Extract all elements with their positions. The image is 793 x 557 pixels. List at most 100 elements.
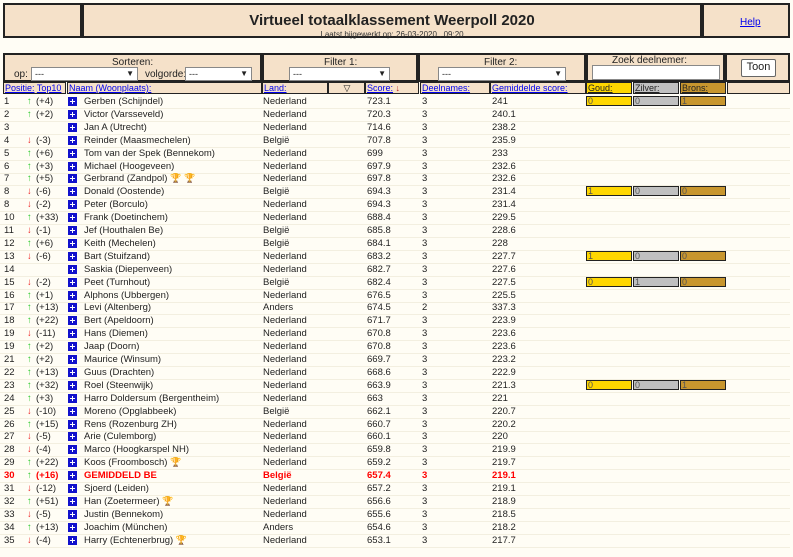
profile-icon[interactable] (68, 251, 77, 261)
sort-land-link[interactable]: Land: (264, 83, 287, 93)
profile-icon[interactable] (68, 122, 77, 132)
profile-icon[interactable] (68, 445, 77, 455)
profile-icon[interactable] (68, 277, 77, 287)
participant-name[interactable]: Tom van der Spek (Bennekom) (84, 147, 215, 160)
profile-icon[interactable] (68, 406, 77, 416)
participant-name[interactable]: Maurice (Winsum) (84, 353, 161, 366)
participant-name[interactable]: Arie (Culemborg) (84, 430, 156, 443)
show-button[interactable]: Toon (741, 59, 776, 77)
position-change: (-4) (36, 444, 51, 456)
participant-name[interactable]: Saskia (Diepenveen) (84, 263, 172, 276)
participant-name[interactable]: Rens (Rozenburg ZH) (84, 418, 177, 431)
average-score: 219.1 (492, 470, 516, 482)
participant-name[interactable]: Peet (Turnhout) (84, 276, 150, 289)
sort-silver-link[interactable]: Zilver: (635, 83, 660, 93)
filter-icon[interactable]: ▽ (344, 83, 351, 93)
participant-name[interactable]: Jef (Houthalen Be) (84, 224, 163, 237)
participant-name[interactable]: Alphons (Ubbergen) (84, 289, 169, 302)
profile-icon[interactable] (68, 367, 77, 377)
profile-icon[interactable] (68, 419, 77, 429)
participant-name[interactable]: GEMIDDELD BE (84, 469, 157, 482)
participant-name[interactable]: Jan A (Utrecht) (84, 121, 147, 134)
participant-name[interactable]: Han (Zoetermeer) 🏆 (84, 495, 173, 508)
participant-name[interactable]: Bert (Apeldoorn) (84, 314, 154, 327)
profile-icon[interactable] (68, 393, 77, 403)
profile-icon[interactable] (68, 355, 77, 364)
sort-score-link[interactable]: Score: (367, 83, 393, 93)
profile-icon[interactable] (68, 290, 77, 300)
participant-name[interactable]: Joachim (München) (84, 521, 167, 534)
profile-icon[interactable] (68, 135, 77, 145)
participant-name[interactable]: Sjoerd (Leiden) (84, 482, 149, 495)
profile-icon[interactable] (68, 161, 77, 171)
participations: 3 (422, 431, 428, 443)
participant-name[interactable]: Frank (Doetinchem) (84, 211, 168, 224)
participant-name[interactable]: Gerbrand (Zandpol) 🏆 🏆 (84, 172, 195, 185)
average-score: 221 (492, 392, 508, 404)
country: Nederland (263, 341, 307, 353)
participant-name[interactable]: Peter (Borculo) (84, 198, 148, 211)
profile-icon[interactable] (68, 187, 77, 197)
profile-icon[interactable] (68, 329, 77, 339)
filter1-select[interactable]: --- (289, 67, 390, 81)
sort-order-select[interactable]: --- (185, 67, 252, 81)
participant-name[interactable]: Justin (Bennekom) (84, 508, 163, 521)
score: 694.3 (367, 186, 391, 198)
participant-name[interactable]: Koos (Froombosch) 🏆 (84, 456, 181, 469)
profile-icon[interactable] (68, 226, 77, 235)
sort-bronze-link[interactable]: Brons: (682, 83, 708, 93)
profile-icon[interactable] (68, 484, 77, 493)
col-header-bronze: Brons: (680, 82, 726, 94)
profile-icon[interactable] (68, 316, 77, 326)
participant-name[interactable]: Bart (Stuifzand) (84, 250, 150, 263)
participant-name[interactable]: Victor (Varsseveld) (84, 108, 163, 121)
participant-name[interactable]: Jaap (Doorn) (84, 340, 139, 353)
participant-name[interactable]: Donald (Oostende) (84, 185, 164, 198)
profile-icon[interactable] (68, 432, 77, 442)
sort-top10-link[interactable]: Top10 (37, 83, 62, 93)
profile-icon[interactable] (68, 264, 77, 274)
sort-gold-link[interactable]: Goud: (588, 83, 613, 93)
profile-icon[interactable] (68, 509, 77, 519)
search-input[interactable] (592, 65, 720, 80)
sort-avg-link[interactable]: Gemiddelde score: (492, 83, 568, 93)
participations: 3 (422, 470, 428, 482)
filter2-select[interactable]: --- (438, 67, 566, 81)
participant-name[interactable]: Marco (Hoogkarspel NH) (84, 443, 189, 456)
participant-name[interactable]: Levi (Altenberg) (84, 301, 151, 314)
profile-icon[interactable] (68, 342, 77, 352)
participant-name[interactable]: Keith (Mechelen) (84, 237, 156, 250)
participant-name[interactable]: Gerben (Schijndel) (84, 95, 163, 108)
profile-icon[interactable] (68, 174, 77, 184)
profile-icon[interactable] (68, 148, 77, 158)
participant-name[interactable]: Harry (Echtenerbrug) 🏆 (84, 534, 187, 547)
profile-icon[interactable] (68, 471, 77, 481)
profile-icon[interactable] (68, 458, 77, 468)
position-change: (-12) (36, 483, 57, 494)
sort-name-link[interactable]: Naam (Woonplaats): (69, 83, 151, 93)
participant-name[interactable]: Roel (Steenwijk) (84, 379, 153, 392)
profile-icon[interactable] (68, 496, 77, 506)
participant-name[interactable]: Guus (Drachten) (84, 366, 154, 379)
profile-icon[interactable] (68, 238, 77, 248)
profile-icon[interactable] (68, 380, 77, 390)
participant-name[interactable]: Reinder (Maasmechelen) (84, 134, 191, 147)
profile-icon[interactable] (68, 535, 77, 545)
help-link[interactable]: Help (740, 17, 761, 28)
participant-name[interactable]: Harro Doldersum (Bergentheim) (84, 392, 219, 405)
participant-name[interactable]: Moreno (Opglabbeek) (84, 405, 176, 418)
sort-position-link[interactable]: Positie: (5, 83, 35, 93)
profile-icon[interactable] (68, 522, 77, 532)
profile-icon[interactable] (68, 109, 77, 119)
sort-deelnames-link[interactable]: Deelnames: (422, 83, 470, 93)
participant-name[interactable]: Michael (Hoogeveen) (84, 160, 174, 173)
participant-name[interactable]: Hans (Diemen) (84, 327, 148, 340)
sort-op-select[interactable]: --- (31, 67, 138, 81)
profile-icon[interactable] (68, 97, 77, 106)
profile-icon[interactable] (68, 303, 77, 313)
profile-icon[interactable] (68, 213, 77, 223)
profile-icon[interactable] (68, 200, 77, 210)
table-row: 8 ↓ (-6) Donald (Oostende) België 694.3 3 231.4… (0, 185, 790, 200)
average-score: 220.7 (492, 405, 516, 417)
score: 676.5 (367, 289, 391, 301)
